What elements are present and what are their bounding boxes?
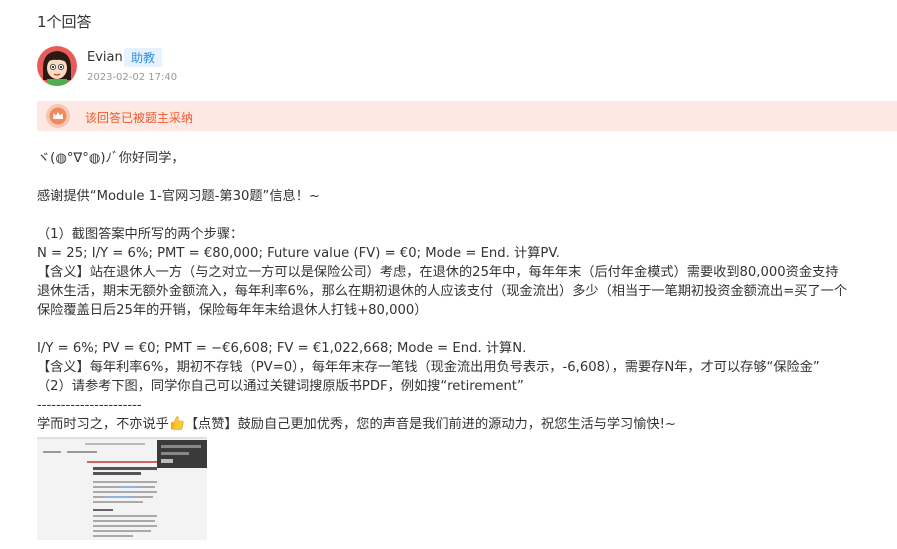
attached-image-thumbnail[interactable] [37,437,207,540]
answer-timestamp: 2023-02-02 17:40 [87,72,178,83]
answer-content: ヾ(◍°∇°◍)ﾉﾞ你好同学， 感谢提供“Module 1-官网习题-第30题”… [37,149,887,437]
author-name[interactable]: Evian [87,50,123,65]
answer-count: 1个回答 [37,13,92,31]
meaning1-line2: 退休生活，期末无额外金额流入，每年利率6%，那么在期初退休的人应该支付（现金流出… [37,284,848,299]
step2-text: I/Y = 6%; PV = €0; PMT = −€6,608; FV = €… [37,341,527,356]
adopted-notice-text: 该回答已被题主采纳 [85,111,194,125]
role-badge: 助教 [124,48,163,67]
meaning1-line3: 保险覆盖日后25年的开销，保险每年年末给退休人打钱+80,000） [37,303,428,318]
thanks-text: 感谢提供“Module 1-官网习题-第30题”信息！~ [37,189,320,204]
section1-title: （1）截图答案中所写的两个步骤： [37,227,244,242]
divider-text: ---------------------- [37,398,142,413]
meaning2-text: 【含义】每年利率6%，期初不存钱（PV=0），每年年末存一笔钱（现金流出用负号表… [37,360,820,375]
closing-after: 【点赞】鼓励自己更加优秀，您的声音是我们前进的源动力，祝您生活与学习愉快!~ [184,417,676,432]
closing-before: 学而时习之，不亦说乎 [37,417,169,432]
medal-icon [46,104,70,128]
textbook-page-screenshot [37,437,207,540]
avatar[interactable] [37,46,77,86]
meaning1-line1: 【含义】站在退休人一方（与之对立一方可以是保险公司）考虑，在退休的25年中，每年… [37,265,839,280]
closing-text: 学而时习之，不亦说乎 【点赞】鼓励自己更加优秀，您的声音是我们前进的源动力，祝您生… [37,415,887,437]
adopted-notice-bar: 该回答已被题主采纳 [37,101,897,131]
avatar-illustration-icon [37,46,77,86]
thumbs-up-icon [169,415,185,437]
greeting-text: ヾ(◍°∇°◍)ﾉﾞ你好同学， [37,151,185,166]
step1-text: N = 25; I/Y = 6%; PMT = €80,000; Future … [37,246,560,261]
section2-text: （2）请参考下图，同学你自己可以通过关键词搜原版书PDF，例如搜“retirem… [37,379,524,394]
